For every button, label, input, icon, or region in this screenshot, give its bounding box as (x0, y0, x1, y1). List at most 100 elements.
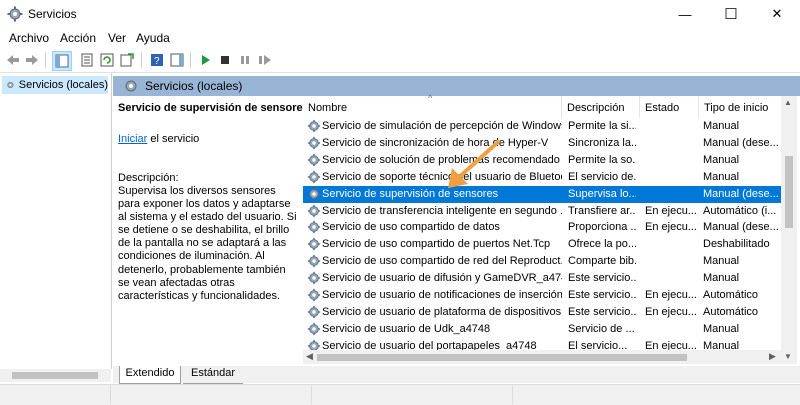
table-row[interactable]: Servicio de soporte técnico del usuario … (303, 169, 787, 186)
stop-service-button[interactable] (216, 51, 234, 69)
menu-ver[interactable]: Ver (108, 31, 126, 45)
service-title: Servicio de supervisión de sensores (118, 102, 309, 114)
horizontal-scrollbar[interactable]: ◀ ▶ (303, 350, 781, 364)
tree-item-services-local[interactable]: Servicios (locales) (2, 76, 108, 94)
table-row[interactable]: Servicio de uso compartido de red del Re… (303, 253, 787, 270)
menu-archivo[interactable]: Archivo (9, 31, 49, 45)
column-header-label: Nombre (308, 102, 348, 114)
scroll-right-icon[interactable]: ▶ (769, 351, 776, 362)
cell-description: Permite la so... (568, 153, 636, 166)
menu-ayuda[interactable]: Ayuda (136, 31, 170, 45)
tab-extendido[interactable]: Extendido (119, 366, 181, 384)
service-gear-icon (307, 136, 321, 150)
start-service-button[interactable] (196, 51, 214, 69)
show-hide-tree-button[interactable] (52, 51, 72, 71)
cell-description: Este servicio... (568, 289, 636, 301)
back-button[interactable] (4, 51, 22, 69)
pause-service-button[interactable] (236, 51, 254, 69)
cell-name: Servicio de usuario de difusión y GameDV… (322, 272, 562, 285)
scrollbar-thumb[interactable] (785, 156, 793, 228)
cell-startup-type: Manual (703, 272, 740, 285)
scrollbar-thumb[interactable] (12, 372, 98, 379)
restart-service-button[interactable] (256, 51, 274, 69)
forward-button[interactable] (23, 51, 41, 69)
menu-accion[interactable]: Acción (60, 31, 96, 45)
annotation-arrow (448, 140, 500, 188)
refresh-button[interactable] (98, 51, 116, 69)
cell-description: Este servicio... (568, 272, 636, 285)
svg-text:?: ? (154, 56, 160, 67)
toolbar: ? (0, 48, 800, 73)
table-row[interactable]: Servicio de transferencia inteligente en… (303, 203, 787, 220)
column-header-status[interactable]: Estado (640, 96, 699, 118)
service-gear-icon (307, 204, 321, 217)
properties-icon (81, 53, 93, 67)
column-header-startup-type[interactable]: Tipo de inicio (699, 96, 789, 118)
service-gear-icon (307, 221, 321, 234)
cell-description: Sincroniza la... (568, 136, 636, 149)
refresh-icon (100, 53, 114, 67)
cell-name: Servicio de usuario de notificaciones de… (322, 289, 562, 301)
start-service-suffix: el servicio (147, 133, 200, 145)
tree-horizontal-scrollbar[interactable] (0, 369, 111, 382)
services-gear-icon (7, 81, 14, 89)
services-header-band: Servicios (locales) (113, 76, 800, 96)
cell-startup-type: Manual (703, 120, 740, 132)
table-row[interactable]: Servicio de supervisión de sensores Super… (303, 185, 787, 203)
cell-startup-type: Manual (703, 170, 740, 183)
action-pane-icon (170, 53, 184, 67)
cell-description: El servicio de... (568, 170, 636, 183)
scroll-left-icon[interactable]: ◀ (306, 351, 313, 362)
table-row[interactable]: Servicio de uso compartido de datos Propo… (303, 219, 787, 236)
help-button[interactable]: ? (148, 51, 166, 69)
column-header-label: Tipo de inicio (704, 102, 769, 114)
table-row[interactable]: Servicio de usuario de plataforma de dis… (303, 304, 787, 321)
service-gear-icon (307, 187, 321, 200)
forward-arrow-icon (26, 55, 38, 65)
maximize-button[interactable]: ☐ (708, 0, 754, 28)
table-row[interactable]: Servicio de usuario de Udk_a4748 Servicio… (303, 321, 787, 338)
cell-name: Servicio de uso compartido de red del Re… (322, 255, 562, 268)
table-row[interactable]: Servicio de simulación de percepción de … (303, 118, 787, 135)
service-gear-icon (307, 153, 321, 166)
column-header-description[interactable]: Descripción (562, 96, 640, 118)
table-row[interactable]: Servicio de sincronización de hora de Hy… (303, 135, 787, 152)
properties-button[interactable] (78, 51, 96, 69)
close-button[interactable]: ✕ (754, 0, 800, 28)
table-row[interactable]: Servicio de usuario de notificaciones de… (303, 287, 787, 304)
service-gear-icon (307, 322, 321, 335)
table-row[interactable]: Servicio de uso compartido de puertos Ne… (303, 236, 787, 253)
export-list-icon (120, 53, 134, 67)
stop-icon (221, 56, 229, 64)
table-row[interactable]: Servicio de usuario de difusión y GameDV… (303, 270, 787, 287)
scrollbar-thumb[interactable] (317, 354, 687, 361)
vertical-scrollbar[interactable]: ▲ ▼ (781, 96, 797, 364)
show-action-pane-button[interactable] (168, 51, 186, 69)
cell-description: Este servicio... (568, 305, 636, 318)
start-service-link[interactable]: Iniciar (118, 133, 147, 145)
minimize-button[interactable]: — (662, 0, 708, 28)
cell-status: En ejecu... (645, 305, 697, 318)
scroll-up-icon[interactable]: ▲ (784, 98, 792, 107)
restart-icon (259, 55, 271, 65)
service-gear-icon (307, 305, 321, 319)
status-cell (111, 385, 312, 404)
table-row[interactable]: Servicio de solución de problemas recome… (303, 152, 787, 169)
services-header-title: Servicios (locales) (145, 79, 243, 93)
tab-estandar[interactable]: Estándar (183, 366, 243, 384)
cell-startup-type: Manual (dese... (703, 187, 779, 200)
maximize-icon: ☐ (724, 6, 738, 23)
cell-description: Servicio de ... (568, 322, 635, 335)
export-list-button[interactable] (118, 51, 136, 69)
service-gear-icon (307, 170, 321, 183)
cell-description: Ofrece la po... (568, 238, 636, 251)
menu-bar: Archivo Acción Ver Ayuda (0, 28, 800, 48)
scroll-down-icon[interactable]: ▼ (784, 352, 792, 361)
cell-startup-type: Manual (dese... (703, 136, 779, 149)
cell-startup-type: Manual (dese... (703, 221, 779, 234)
service-gear-icon (307, 271, 321, 285)
column-header-name[interactable]: Nombre (303, 96, 562, 118)
cell-description: Transfiere ar... (568, 204, 636, 217)
console-tree: Servicios (locales) (0, 73, 112, 369)
pause-icon (241, 56, 249, 64)
